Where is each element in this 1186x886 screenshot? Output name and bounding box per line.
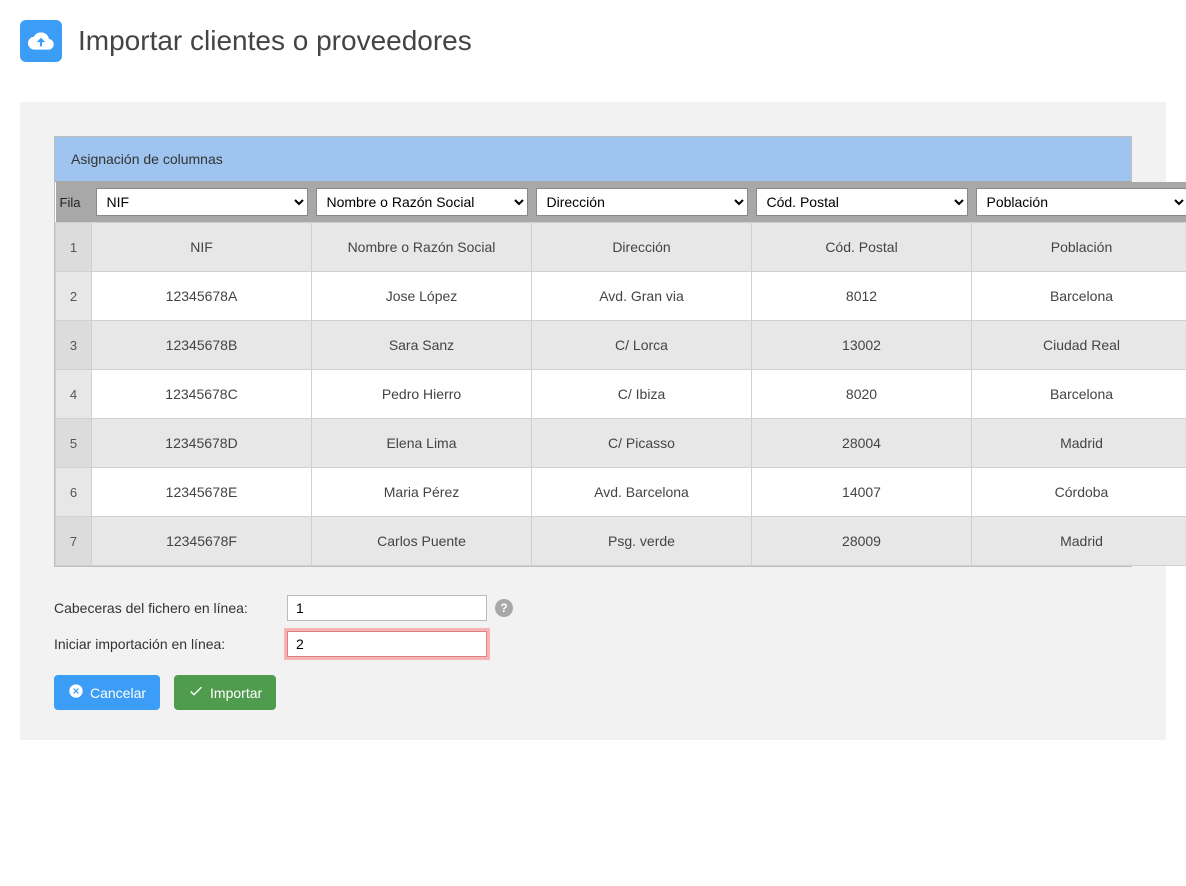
preview-table: Fila NIF Nombre o Razón Social Dirección… [55,182,1186,566]
data-cell: Psg. verde [532,517,752,566]
data-cell: Madrid [972,419,1186,468]
row-number-cell: 6 [56,468,92,517]
data-cell: Madrid [972,517,1186,566]
data-cell: 13002 [752,321,972,370]
data-cell: Cód. Postal [752,223,972,272]
table-row: 312345678BSara SanzC/ Lorca13002Ciudad R… [56,321,1186,370]
data-cell: 28009 [752,517,972,566]
data-cell: Sara Sanz [312,321,532,370]
row-number-cell: 3 [56,321,92,370]
start-line-input[interactable] [287,631,487,657]
data-cell: 28004 [752,419,972,468]
row-number-cell: 5 [56,419,92,468]
data-cell: Avd. Gran via [532,272,752,321]
data-cell: Jose López [312,272,532,321]
data-cell: Elena Lima [312,419,532,468]
header-line-input[interactable] [287,595,487,621]
data-cell: Maria Pérez [312,468,532,517]
data-cell: C/ Ibiza [532,370,752,419]
data-cell: 8012 [752,272,972,321]
data-cell: Córdoba [972,468,1186,517]
data-cell: 12345678F [92,517,312,566]
data-cell: Población [972,223,1186,272]
data-cell: C/ Lorca [532,321,752,370]
data-cell: C/ Picasso [532,419,752,468]
row-number-header: Fila [56,182,92,223]
data-cell: 12345678C [92,370,312,419]
table-row: 1NIFNombre o Razón SocialDirecciónCód. P… [56,223,1186,272]
data-cell: Ciudad Real [972,321,1186,370]
column-select-2[interactable]: Dirección [536,188,748,216]
data-cell: Nombre o Razón Social [312,223,532,272]
import-button[interactable]: Importar [174,675,276,710]
data-cell: 12345678E [92,468,312,517]
table-row: 212345678AJose LópezAvd. Gran via8012Bar… [56,272,1186,321]
data-cell: 14007 [752,468,972,517]
check-icon [188,683,204,702]
data-cell: Barcelona [972,370,1186,419]
help-icon[interactable]: ? [495,599,513,617]
cancel-button-label: Cancelar [90,685,146,701]
data-cell: 12345678B [92,321,312,370]
row-number-cell: 7 [56,517,92,566]
assignment-header: Asignación de columnas [55,137,1131,182]
data-cell: 12345678D [92,419,312,468]
column-select-1[interactable]: Nombre o Razón Social [316,188,528,216]
data-cell: Barcelona [972,272,1186,321]
data-cell: NIF [92,223,312,272]
main-panel: Asignación de columnas Fila NIF Nombre o… [20,102,1166,740]
column-select-0[interactable]: NIF [96,188,308,216]
table-row: 412345678CPedro HierroC/ Ibiza8020Barcel… [56,370,1186,419]
table-row: 612345678EMaria PérezAvd. Barcelona14007… [56,468,1186,517]
row-number-cell: 4 [56,370,92,419]
cancel-icon [68,683,84,702]
column-select-4[interactable]: Población [976,188,1186,216]
import-button-label: Importar [210,685,262,701]
header-line-label: Cabeceras del fichero en línea: [54,600,279,616]
data-cell: Avd. Barcelona [532,468,752,517]
cancel-button[interactable]: Cancelar [54,675,160,710]
data-cell: Carlos Puente [312,517,532,566]
start-line-label: Iniciar importación en línea: [54,636,279,652]
row-number-cell: 2 [56,272,92,321]
table-row: 712345678FCarlos PuentePsg. verde28009Ma… [56,517,1186,566]
column-select-3[interactable]: Cód. Postal [756,188,968,216]
table-row: 512345678DElena LimaC/ Picasso28004Madri… [56,419,1186,468]
data-cell: Dirección [532,223,752,272]
data-cell: Pedro Hierro [312,370,532,419]
data-cell: 12345678A [92,272,312,321]
upload-cloud-icon [20,20,62,62]
row-number-cell: 1 [56,223,92,272]
page-title: Importar clientes o proveedores [78,25,472,57]
data-cell: 8020 [752,370,972,419]
